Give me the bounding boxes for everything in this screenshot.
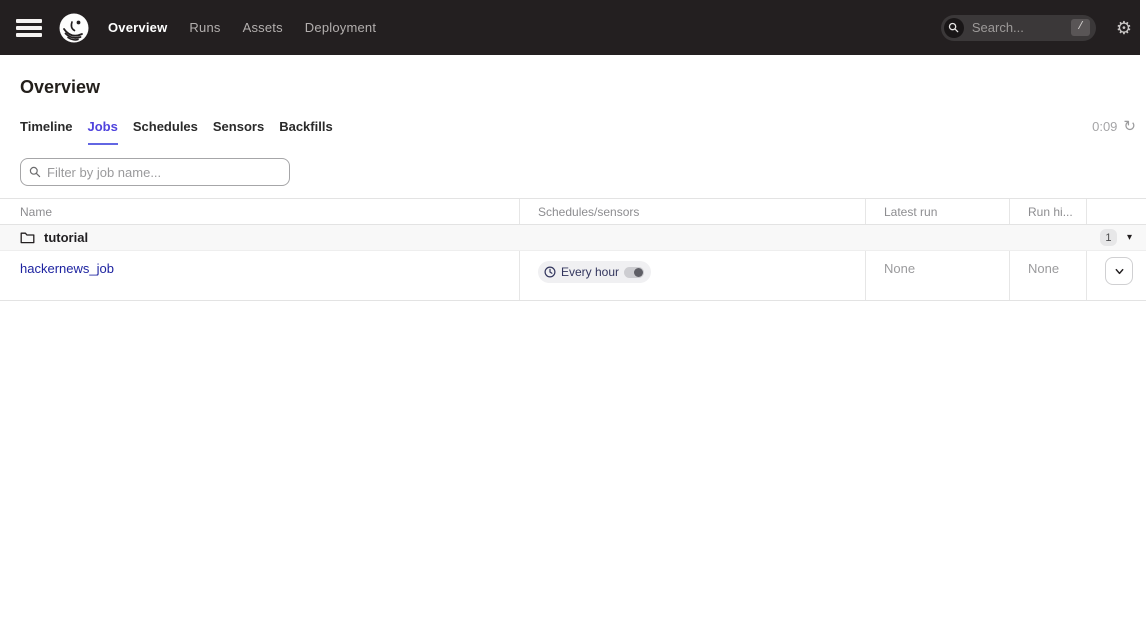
group-count-badge: 1 <box>1100 229 1117 246</box>
primary-nav: Overview Runs Assets Deployment <box>108 20 376 35</box>
nav-item-overview[interactable]: Overview <box>108 20 167 35</box>
column-header-run-history: Run hi... <box>1010 199 1087 224</box>
overview-tabs: Timeline Jobs Schedules Sensors Backfill… <box>20 119 333 145</box>
top-navbar: Overview Runs Assets Deployment Search..… <box>0 0 1146 55</box>
run-history-cell: None <box>1010 251 1087 300</box>
scrollbar-track <box>1140 0 1146 55</box>
nav-item-deployment[interactable]: Deployment <box>305 20 376 35</box>
group-name: tutorial <box>44 230 88 245</box>
nav-item-runs[interactable]: Runs <box>189 20 220 35</box>
tab-backfills[interactable]: Backfills <box>279 119 332 145</box>
row-actions-cell <box>1087 251 1146 300</box>
tab-jobs[interactable]: Jobs <box>88 119 118 145</box>
page-title: Overview <box>0 55 1146 98</box>
tabs-row: Timeline Jobs Schedules Sensors Backfill… <box>0 119 1146 145</box>
hamburger-menu-icon[interactable] <box>16 19 42 37</box>
filter-search-icon <box>29 166 41 178</box>
column-header-actions <box>1087 199 1146 224</box>
tab-sensors[interactable]: Sensors <box>213 119 264 145</box>
table-header-row: Name Schedules/sensors Latest run Run hi… <box>0 198 1146 225</box>
job-filter <box>20 158 290 186</box>
tab-timeline[interactable]: Timeline <box>20 119 73 145</box>
folder-icon <box>20 231 35 244</box>
job-schedule-cell: Every hour <box>520 251 866 300</box>
schedule-toggle[interactable] <box>624 267 644 278</box>
refresh-icon[interactable]: ↻ <box>1123 119 1136 134</box>
latest-run-cell: None <box>866 251 1010 300</box>
nav-item-assets[interactable]: Assets <box>243 20 283 35</box>
repo-group-row[interactable]: tutorial 1 ▾ <box>0 225 1146 251</box>
column-header-name: Name <box>0 199 520 224</box>
column-header-schedules-sensors: Schedules/sensors <box>520 199 866 224</box>
global-search[interactable]: Search... / <box>941 15 1096 41</box>
search-shortcut-badge: / <box>1071 19 1090 36</box>
refresh-timer: 0:09 ↻ <box>1092 119 1140 134</box>
job-link[interactable]: hackernews_job <box>20 261 114 276</box>
tab-schedules[interactable]: Schedules <box>133 119 198 145</box>
refresh-countdown: 0:09 <box>1092 119 1117 134</box>
table-row: hackernews_job Every hour None None <box>0 251 1146 301</box>
schedule-label: Every hour <box>561 265 619 279</box>
job-name-cell: hackernews_job <box>0 251 520 300</box>
caret-down-icon[interactable]: ▾ <box>1127 233 1132 243</box>
job-filter-input[interactable] <box>47 165 281 180</box>
column-header-latest-run: Latest run <box>866 199 1010 224</box>
row-expand-button[interactable] <box>1105 257 1133 285</box>
clock-icon <box>544 266 556 278</box>
chevron-down-icon <box>1113 265 1126 278</box>
schedule-chip[interactable]: Every hour <box>538 261 651 283</box>
search-icon <box>944 18 964 38</box>
gear-icon[interactable]: ⚙ <box>1116 19 1132 37</box>
search-placeholder: Search... <box>972 20 1071 35</box>
jobs-table: Name Schedules/sensors Latest run Run hi… <box>0 198 1146 301</box>
dagster-logo-icon[interactable] <box>58 12 90 44</box>
